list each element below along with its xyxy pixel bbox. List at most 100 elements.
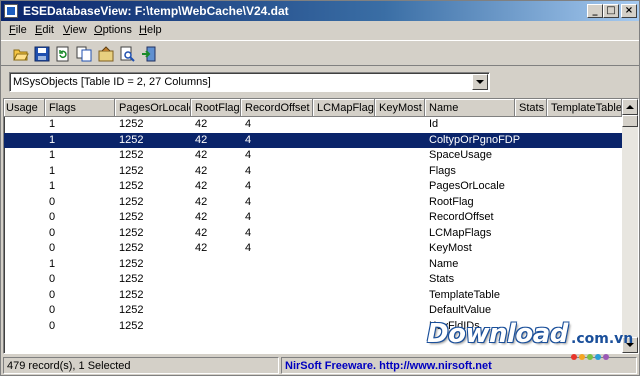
nirsoft-link[interactable]: NirSoft Freeware. http://www.nirsoft.net bbox=[281, 357, 637, 374]
table-selector[interactable]: MSysObjects [Table ID = 2, 27 Columns] bbox=[9, 72, 490, 92]
table-selector-value: MSysObjects [Table ID = 2, 27 Columns] bbox=[13, 76, 211, 88]
cell-recordoffset: 4 bbox=[245, 118, 252, 130]
cell-rootflag: 42 bbox=[195, 226, 208, 239]
status-bar: 479 record(s), 1 Selected NirSoft Freewa… bbox=[1, 356, 639, 375]
cell-name: KeyMost bbox=[429, 242, 472, 254]
cell-pagesorlocale: 1252 bbox=[119, 211, 144, 223]
cell-rootflag: 42 bbox=[195, 118, 208, 130]
col-header-recordoffset[interactable]: RecordOffset bbox=[241, 99, 313, 117]
table-row[interactable]: 1 1252 42 4 PagesOrLocale bbox=[4, 179, 622, 194]
cell-pagesorlocale: 1252 bbox=[119, 118, 144, 130]
cell-pagesorlocale: 1252 bbox=[119, 195, 144, 208]
cell-pagesorlocale: 1252 bbox=[119, 304, 144, 316]
table-row[interactable]: 1 1252 Name bbox=[4, 257, 622, 272]
open-folder-icon[interactable] bbox=[11, 44, 31, 63]
cell-flags: 1 bbox=[49, 180, 56, 192]
col-header-keymost[interactable]: KeyMost bbox=[375, 99, 425, 117]
cell-recordoffset: 4 bbox=[245, 180, 252, 192]
cell-pagesorlocale: 1252 bbox=[119, 273, 144, 285]
cell-flags: 0 bbox=[49, 195, 56, 208]
find-icon[interactable] bbox=[117, 44, 137, 63]
cell-name: Id bbox=[429, 118, 439, 130]
minimize-button[interactable]: _ bbox=[587, 4, 603, 18]
table-row[interactable]: 0 1252 TemplateTable bbox=[4, 288, 622, 303]
col-header-pagesorlocale[interactable]: PagesOrLocale bbox=[115, 99, 191, 117]
cell-recordoffset: 4 bbox=[245, 242, 252, 254]
cell-pagesorlocale: 1252 bbox=[119, 242, 144, 254]
cell-pagesorlocale: 1252 bbox=[119, 257, 144, 270]
col-header-lcmapflags[interactable]: LCMapFlags bbox=[313, 99, 375, 117]
cell-recordoffset: 4 bbox=[245, 133, 252, 146]
table-row[interactable]: 0 1252 42 4 LCMapFlags bbox=[4, 226, 622, 241]
dropdown-arrow-button[interactable] bbox=[472, 74, 488, 90]
cell-flags: 0 bbox=[49, 226, 56, 239]
cell-rootflag: 42 bbox=[195, 149, 208, 161]
scroll-up-button[interactable] bbox=[622, 99, 638, 115]
cell-name: Flags bbox=[429, 164, 456, 177]
save-icon[interactable] bbox=[32, 44, 52, 63]
menu-help[interactable]: Help bbox=[139, 24, 162, 36]
scroll-thumb[interactable] bbox=[622, 115, 638, 127]
records-listview[interactable]: Usage Flags PagesOrLocale RootFlag Recor… bbox=[3, 98, 639, 354]
app-window: ESEDatabaseView: F:\temp\WebCache\V24.da… bbox=[0, 0, 640, 376]
cell-flags: 0 bbox=[49, 242, 56, 254]
copy-icon[interactable] bbox=[74, 44, 94, 63]
cell-recordoffset: 4 bbox=[245, 211, 252, 223]
cell-recordoffset: 4 bbox=[245, 226, 252, 239]
table-row-selected[interactable]: 1 1252 42 4 ColtypOrPgnoFDP bbox=[4, 132, 622, 148]
cell-flags: 0 bbox=[49, 304, 56, 316]
col-header-stats[interactable]: Stats bbox=[515, 99, 547, 117]
cell-pagesorlocale: 1252 bbox=[119, 226, 144, 239]
scroll-down-button[interactable] bbox=[622, 337, 638, 353]
refresh-icon[interactable] bbox=[53, 44, 73, 63]
cell-recordoffset: 4 bbox=[245, 164, 252, 177]
cell-flags: 0 bbox=[49, 319, 56, 332]
col-header-flags[interactable]: Flags bbox=[45, 99, 115, 117]
col-header-rootflag[interactable]: RootFlag bbox=[191, 99, 241, 117]
title-bar[interactable]: ESEDatabaseView: F:\temp\WebCache\V24.da… bbox=[1, 1, 639, 21]
cell-rootflag: 42 bbox=[195, 211, 208, 223]
cell-flags: 1 bbox=[49, 118, 56, 130]
cell-pagesorlocale: 1252 bbox=[119, 288, 144, 301]
menu-file[interactable]: File bbox=[9, 24, 27, 36]
cell-flags: 0 bbox=[49, 273, 56, 285]
cell-name: LCMapFlags bbox=[429, 226, 492, 239]
menu-edit[interactable]: Edit bbox=[35, 24, 54, 36]
exit-icon[interactable] bbox=[139, 44, 159, 63]
cell-rootflag: 42 bbox=[195, 242, 208, 254]
cell-name: ColtypOrPgnoFDP bbox=[429, 133, 521, 146]
cell-name: RootFlag bbox=[429, 195, 474, 208]
table-row[interactable]: 0 1252 DefaultValue bbox=[4, 303, 622, 318]
table-row[interactable]: 0 1252 42 4 RecordOffset bbox=[4, 210, 622, 225]
cell-flags: 1 bbox=[49, 149, 56, 161]
vertical-scrollbar[interactable] bbox=[622, 99, 638, 353]
close-button[interactable]: × bbox=[621, 4, 637, 18]
cell-flags: 0 bbox=[49, 288, 56, 301]
table-row[interactable]: 0 1252 42 4 RootFlag bbox=[4, 195, 622, 210]
table-row[interactable]: 1 1252 42 4 Flags bbox=[4, 164, 622, 179]
table-row[interactable]: 1 1252 42 4 Id bbox=[4, 117, 622, 132]
toolbar bbox=[1, 40, 639, 66]
window-title: ESEDatabaseView: F:\temp\WebCache\V24.da… bbox=[23, 4, 289, 18]
table-row[interactable]: 0 1252 Stats bbox=[4, 272, 622, 287]
table-row[interactable]: 1 1252 42 4 SpaceUsage bbox=[4, 148, 622, 163]
cell-pagesorlocale: 1252 bbox=[119, 149, 144, 161]
menu-bar: File Edit View Options Help bbox=[1, 21, 639, 40]
cell-name: DefaultValue bbox=[429, 304, 492, 316]
menu-view[interactable]: View bbox=[63, 24, 87, 36]
table-row[interactable]: 0 1252 KeyFldIDs bbox=[4, 319, 622, 334]
cell-name: Stats bbox=[429, 273, 455, 285]
maximize-button[interactable]: □ bbox=[603, 4, 619, 18]
col-header-usage[interactable]: Usage bbox=[4, 99, 45, 117]
col-header-name[interactable]: Name bbox=[425, 99, 515, 117]
cell-pagesorlocale: 1252 bbox=[119, 319, 144, 332]
cell-recordoffset: 4 bbox=[245, 149, 252, 161]
cell-name: KeyFldIDs bbox=[429, 319, 480, 332]
properties-icon[interactable] bbox=[96, 44, 116, 63]
table-row[interactable]: 0 1252 42 4 KeyMost bbox=[4, 241, 622, 256]
cell-rootflag: 42 bbox=[195, 133, 208, 146]
col-header-templatetable[interactable]: TemplateTable bbox=[547, 99, 622, 117]
cell-name: TemplateTable bbox=[429, 288, 500, 301]
menu-options[interactable]: Options bbox=[94, 24, 132, 36]
cell-flags: 1 bbox=[49, 133, 56, 146]
